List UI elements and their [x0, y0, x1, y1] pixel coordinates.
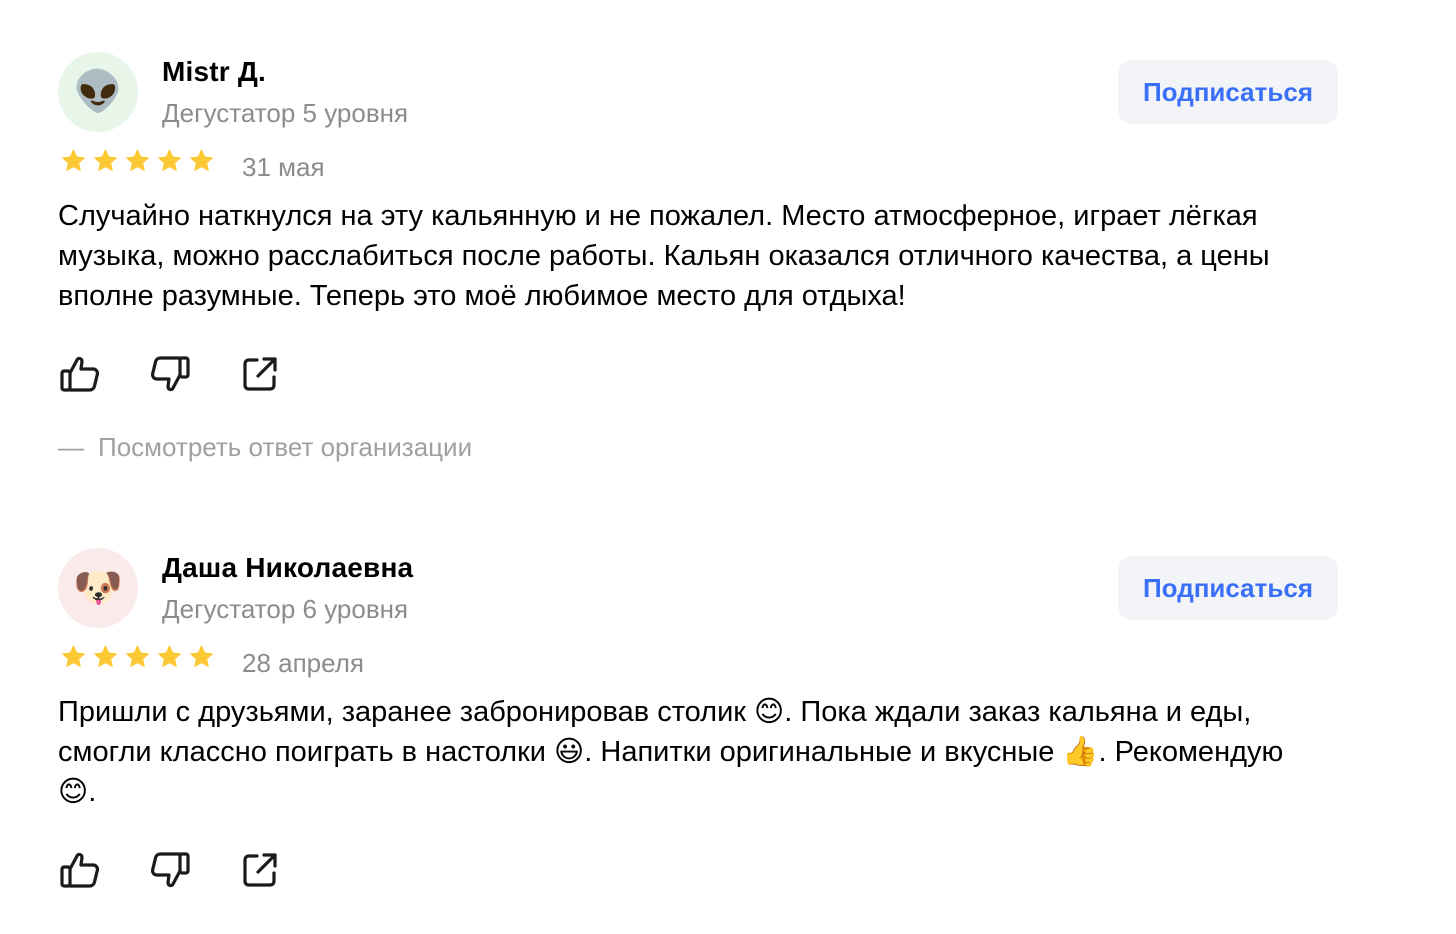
review-actions: [58, 352, 1338, 396]
share-button[interactable]: [238, 352, 282, 396]
org-reply-label: Посмотреть ответ организации: [98, 432, 473, 462]
share-icon: [243, 853, 277, 887]
review-date: 28 апреля: [242, 648, 364, 678]
share-icon: [243, 357, 277, 391]
star-icon: [157, 148, 182, 172]
thumbs-up-icon: [60, 356, 100, 392]
star-icon: [189, 148, 214, 172]
star-icon: [157, 644, 182, 668]
star-icon: [125, 148, 150, 172]
thumbs-up-icon: [60, 852, 100, 888]
star-icon: [125, 644, 150, 668]
review-meta: 28 апреля: [58, 642, 1338, 682]
review-header: 🐶 Даша Николаевна Дегустатор 6 уровня По…: [58, 548, 1338, 628]
org-reply-link[interactable]: — Посмотреть ответ организации: [58, 432, 1338, 463]
avatar-emoji: 🐶: [73, 566, 123, 610]
thumbs-down-icon: [150, 356, 190, 392]
author-level: Дегустатор 6 уровня: [162, 594, 409, 624]
subscribe-button[interactable]: Подписаться: [1118, 556, 1338, 620]
review-header: 👽 Mistr Д. Дегустатор 5 уровня Подписать…: [58, 52, 1338, 132]
review-card: 🐶 Даша Николаевна Дегустатор 6 уровня По…: [58, 548, 1338, 892]
avatar[interactable]: 👽: [58, 52, 138, 132]
author-name[interactable]: Даша Николаевна: [162, 552, 413, 584]
share-button[interactable]: [238, 848, 282, 892]
org-reply-dash: —: [58, 432, 84, 462]
star-icon: [61, 148, 86, 172]
review-text: Пришли с друзьями, заранее забронировав …: [58, 696, 1284, 808]
avatar-emoji: 👽: [73, 70, 123, 114]
like-button[interactable]: [58, 848, 102, 892]
like-button[interactable]: [58, 352, 102, 396]
review-actions: [58, 848, 1338, 892]
rating-stars: [58, 642, 217, 672]
review-text: Случайно наткнулся на эту кальянную и не…: [58, 200, 1270, 312]
dislike-button[interactable]: [148, 352, 192, 396]
review-date: 31 мая: [242, 152, 325, 182]
star-icon: [189, 644, 214, 668]
author-name[interactable]: Mistr Д.: [162, 56, 266, 88]
author-level: Дегустатор 5 уровня: [162, 98, 409, 128]
star-icon: [93, 644, 118, 668]
thumbs-down-icon: [150, 852, 190, 888]
subscribe-button[interactable]: Подписаться: [1118, 60, 1338, 124]
rating-stars: [58, 146, 217, 176]
review-card: 👽 Mistr Д. Дегустатор 5 уровня Подписать…: [58, 52, 1338, 463]
star-icon: [93, 148, 118, 172]
star-icon: [61, 644, 86, 668]
dislike-button[interactable]: [148, 848, 192, 892]
review-meta: 31 мая: [58, 146, 1338, 186]
avatar[interactable]: 🐶: [58, 548, 138, 628]
